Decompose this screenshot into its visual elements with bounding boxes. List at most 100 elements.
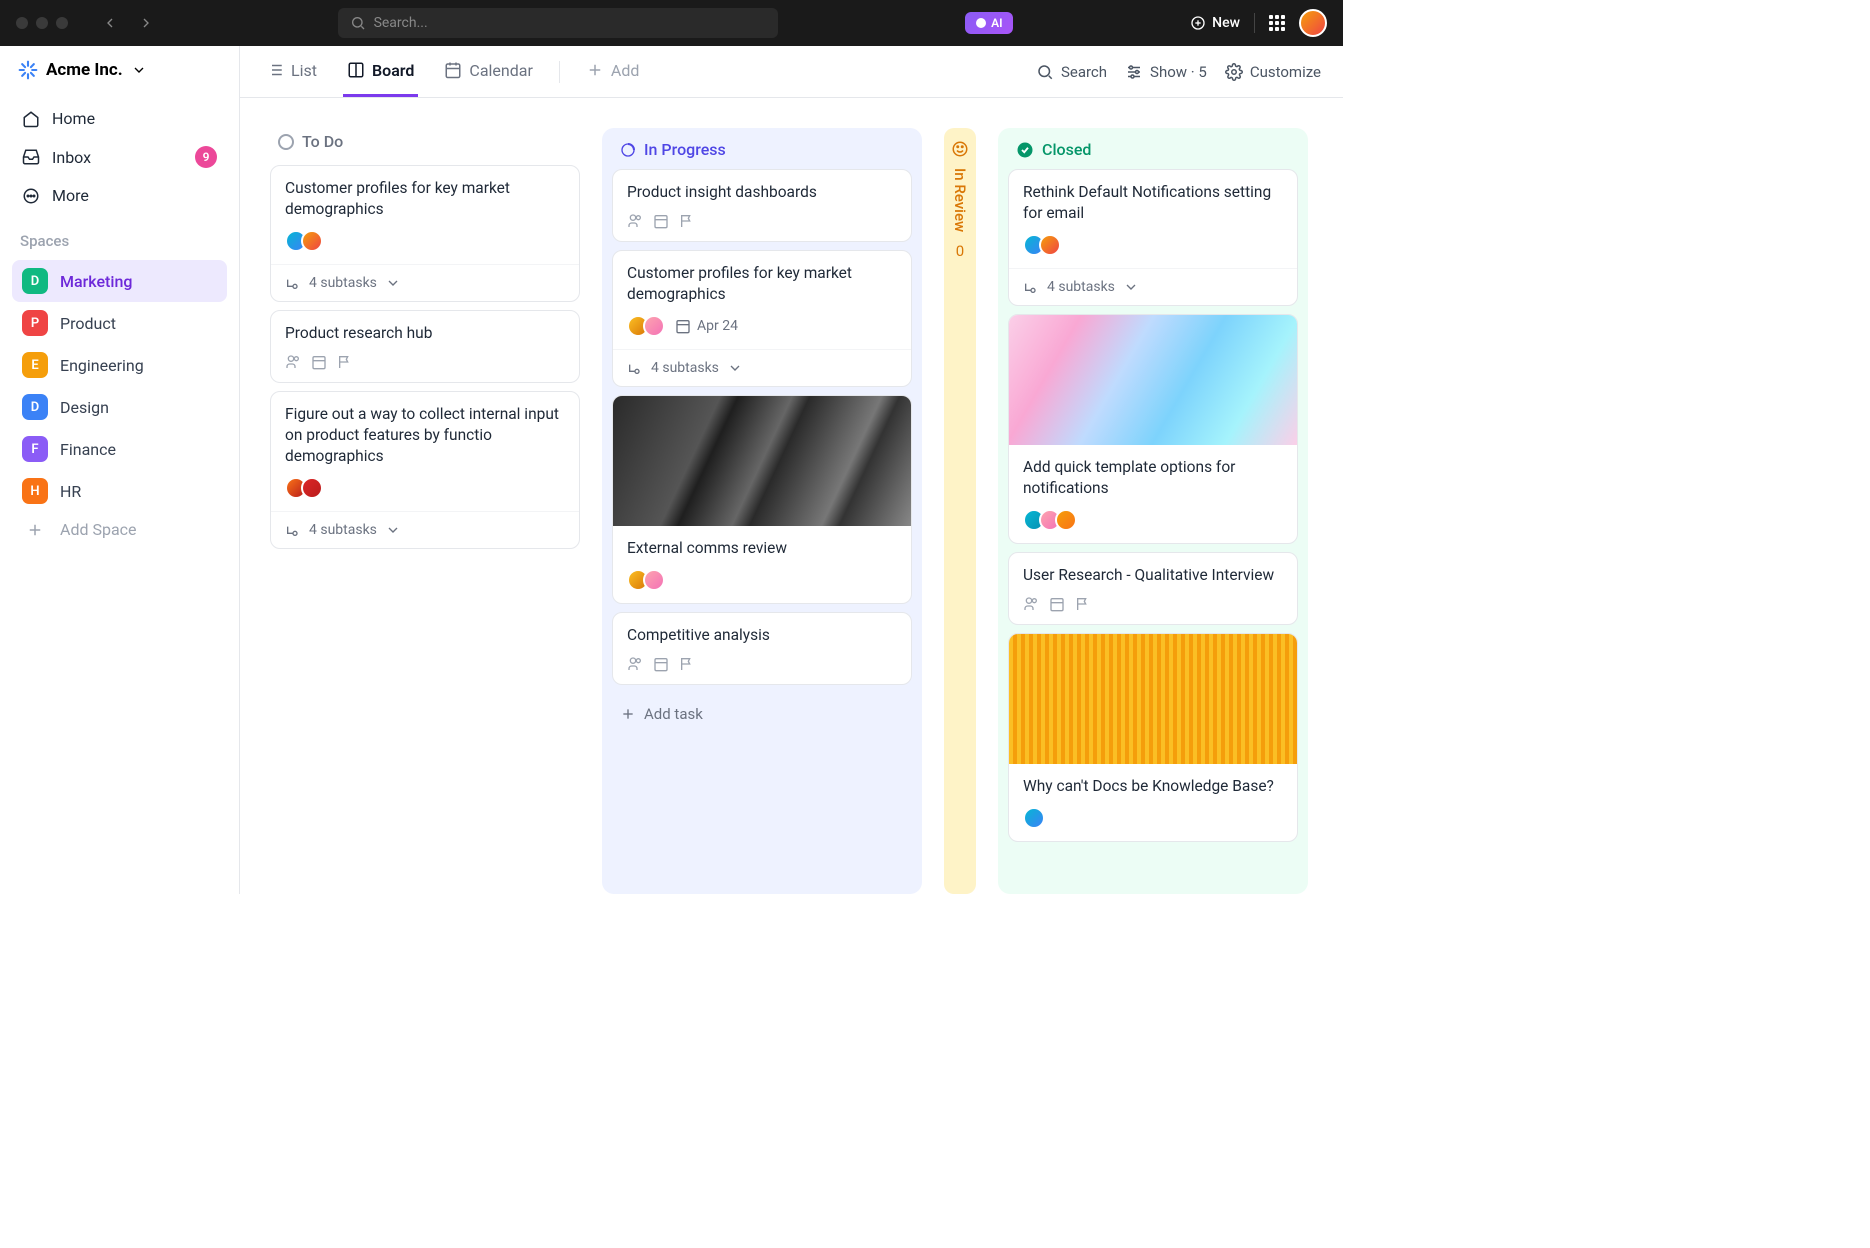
date-icon[interactable] xyxy=(311,354,327,370)
flag-icon[interactable] xyxy=(679,213,695,229)
assignees[interactable] xyxy=(627,315,665,337)
sidebar-space-marketing[interactable]: DMarketing xyxy=(12,260,227,302)
due-date[interactable]: Apr 24 xyxy=(675,318,738,334)
flag-icon[interactable] xyxy=(1075,596,1091,612)
sidebar-space-product[interactable]: PProduct xyxy=(12,302,227,344)
sidebar-space-design[interactable]: DDesign xyxy=(12,386,227,428)
check-circle-icon xyxy=(1016,141,1034,159)
subtasks-toggle[interactable]: 4 subtasks xyxy=(271,264,579,301)
task-card[interactable]: Rethink Default Notifications setting fo… xyxy=(1008,169,1298,306)
chevron-down-icon xyxy=(727,360,743,376)
apps-button[interactable] xyxy=(1269,15,1285,31)
column-in-review-collapsed[interactable]: In Review 0 xyxy=(944,128,976,894)
spaces-label: Spaces xyxy=(20,232,227,250)
task-card[interactable]: Figure out a way to collect internal inp… xyxy=(270,391,580,549)
subtask-icon xyxy=(285,522,301,538)
search-placeholder: Search... xyxy=(374,15,428,31)
search-button[interactable]: Search xyxy=(1036,63,1107,81)
customize-button[interactable]: Customize xyxy=(1225,63,1321,81)
task-card[interactable]: Competitive analysis xyxy=(612,612,912,685)
plus-icon xyxy=(620,706,636,722)
global-search[interactable]: Search... xyxy=(338,8,778,38)
subtask-icon xyxy=(627,360,643,376)
board-view: To Do Customer profiles for key market d… xyxy=(240,98,1343,894)
subtasks-toggle[interactable]: 4 subtasks xyxy=(271,511,579,548)
sidebar-space-hr[interactable]: HHR xyxy=(12,470,227,512)
tab-calendar[interactable]: Calendar xyxy=(440,47,536,97)
topbar: Search... AI New xyxy=(0,0,1343,46)
column-header-in-progress[interactable]: In Progress xyxy=(612,138,912,169)
flag-icon[interactable] xyxy=(337,354,353,370)
nav-forward-button[interactable] xyxy=(132,9,160,37)
sidebar-space-finance[interactable]: FFinance xyxy=(12,428,227,470)
assignee-icon[interactable] xyxy=(627,656,643,672)
column-header-closed[interactable]: Closed xyxy=(1008,138,1298,169)
space-badge: D xyxy=(22,268,48,294)
chevron-down-icon xyxy=(385,522,401,538)
calendar-icon xyxy=(444,61,462,79)
subtasks-toggle[interactable]: 4 subtasks xyxy=(1009,268,1297,305)
date-icon[interactable] xyxy=(653,213,669,229)
list-icon xyxy=(266,61,284,79)
sliders-icon xyxy=(1125,63,1143,81)
nav-home[interactable]: Home xyxy=(12,100,227,137)
task-card[interactable]: Customer profiles for key market demogra… xyxy=(612,250,912,387)
gear-icon xyxy=(1225,63,1243,81)
plus-icon xyxy=(586,61,604,79)
assignees[interactable] xyxy=(285,230,323,252)
column-in-progress: In Progress Product insight dashboards xyxy=(602,128,922,894)
task-card[interactable]: Product research hub xyxy=(270,310,580,383)
add-space-button[interactable]: Add Space xyxy=(12,512,227,547)
assignees[interactable] xyxy=(1023,234,1061,256)
assignees[interactable] xyxy=(285,477,323,499)
tab-add[interactable]: Add xyxy=(582,47,643,97)
assignees[interactable] xyxy=(627,569,665,591)
column-header-todo[interactable]: To Do xyxy=(270,128,580,165)
progress-icon xyxy=(620,142,636,158)
plus-circle-icon xyxy=(1190,15,1206,31)
nav-inbox[interactable]: Inbox 9 xyxy=(12,137,227,177)
window-controls xyxy=(16,17,68,29)
sidebar: Acme Inc. Home Inbox 9 More Spaces DMark… xyxy=(0,46,240,894)
card-image xyxy=(613,396,911,526)
space-badge: E xyxy=(22,352,48,378)
task-card[interactable]: Customer profiles for key market demogra… xyxy=(270,165,580,302)
space-badge: F xyxy=(22,436,48,462)
task-card[interactable]: Add quick template options for notificat… xyxy=(1008,314,1298,544)
user-avatar[interactable] xyxy=(1299,9,1327,37)
column-todo: To Do Customer profiles for key market d… xyxy=(270,128,580,894)
flag-icon[interactable] xyxy=(679,656,695,672)
task-card[interactable]: External comms review xyxy=(612,395,912,604)
calendar-icon xyxy=(675,318,691,334)
nav-back-button[interactable] xyxy=(96,9,124,37)
ai-button[interactable]: AI xyxy=(965,12,1012,34)
date-icon[interactable] xyxy=(653,656,669,672)
assignee-icon[interactable] xyxy=(285,354,301,370)
column-closed: Closed Rethink Default Notifications set… xyxy=(998,128,1308,894)
plus-icon xyxy=(26,521,44,539)
add-task-button[interactable]: Add task xyxy=(612,693,912,735)
workspace-switcher[interactable]: Acme Inc. xyxy=(12,60,227,80)
assignees[interactable] xyxy=(1023,807,1045,829)
subtask-icon xyxy=(285,275,301,291)
date-icon[interactable] xyxy=(1049,596,1065,612)
task-card[interactable]: Product insight dashboards xyxy=(612,169,912,242)
tab-board[interactable]: Board xyxy=(343,47,418,97)
show-button[interactable]: Show · 5 xyxy=(1125,63,1207,81)
assignee-icon[interactable] xyxy=(1023,596,1039,612)
review-icon xyxy=(951,140,969,158)
subtask-icon xyxy=(1023,279,1039,295)
assignee-icon[interactable] xyxy=(627,213,643,229)
inbox-icon xyxy=(22,148,40,166)
assignees[interactable] xyxy=(1023,509,1077,531)
tab-list[interactable]: List xyxy=(262,47,321,97)
search-icon xyxy=(350,15,366,31)
chevron-down-icon xyxy=(385,275,401,291)
sidebar-space-engineering[interactable]: EEngineering xyxy=(12,344,227,386)
new-button[interactable]: New xyxy=(1190,15,1240,31)
chevron-down-icon xyxy=(131,62,147,78)
nav-more[interactable]: More xyxy=(12,177,227,214)
task-card[interactable]: Why can't Docs be Knowledge Base? xyxy=(1008,633,1298,842)
subtasks-toggle[interactable]: 4 subtasks xyxy=(613,349,911,386)
task-card[interactable]: User Research - Qualitative Interview xyxy=(1008,552,1298,625)
